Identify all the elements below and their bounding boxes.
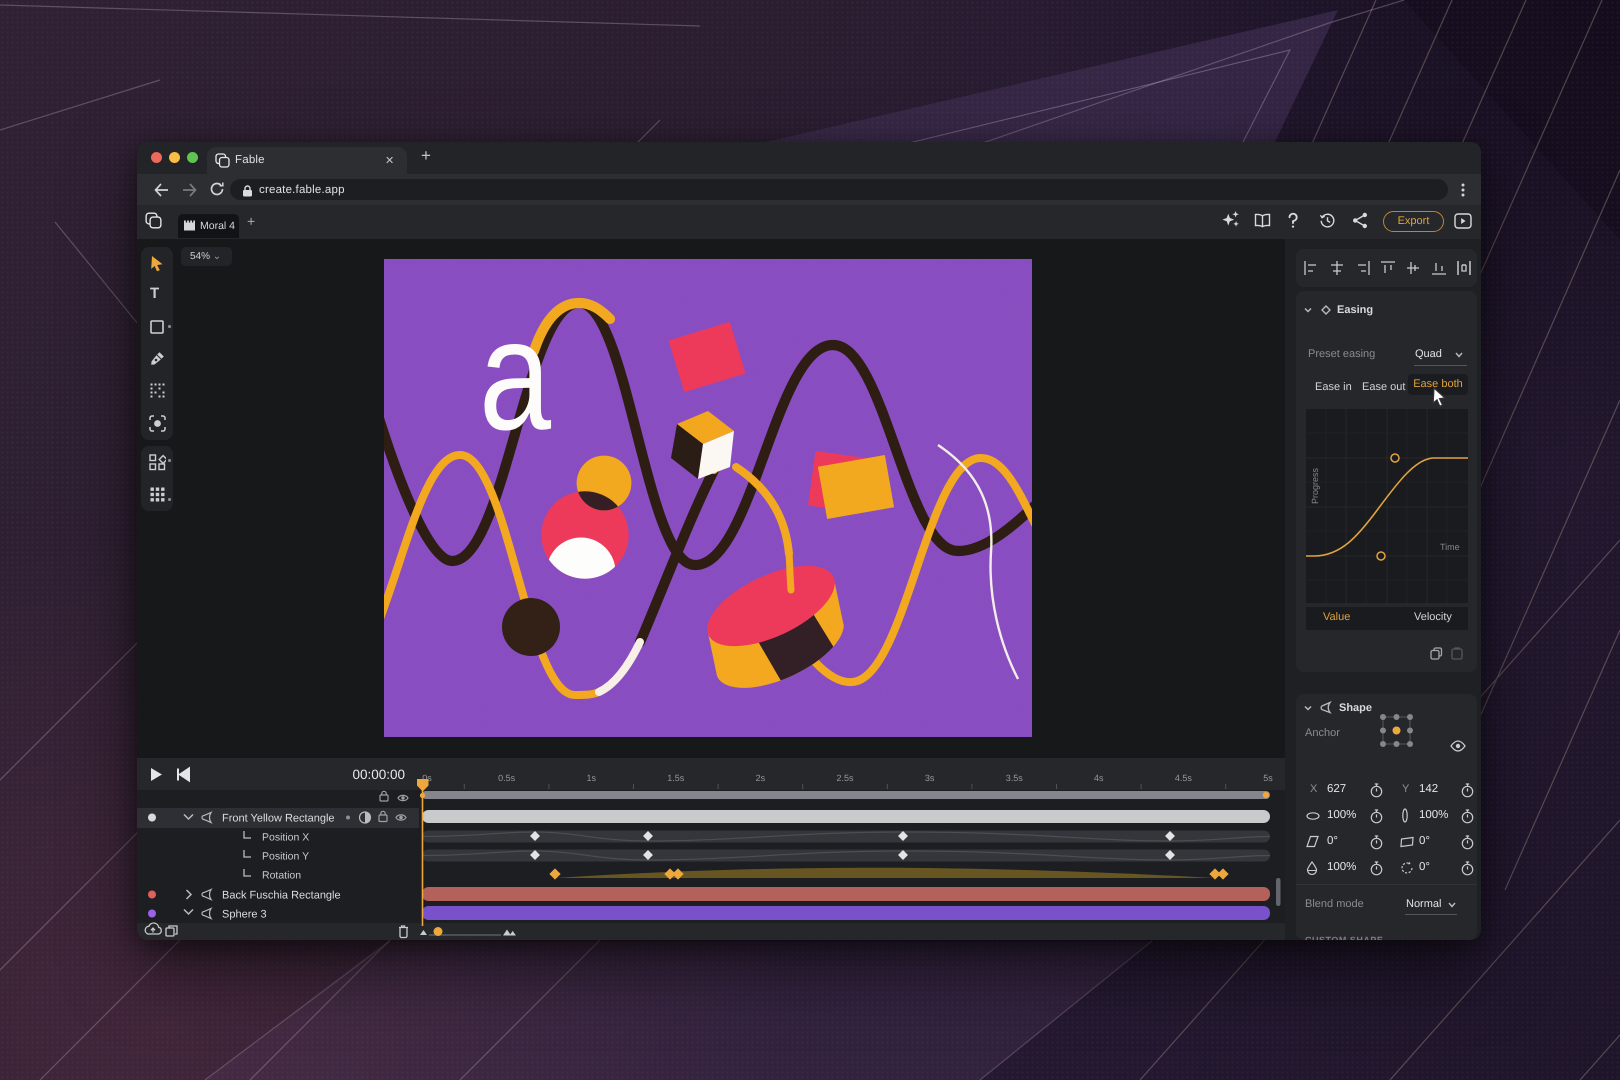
- svg-text:Progress: Progress: [1310, 467, 1320, 504]
- svg-text:00:00:00: 00:00:00: [352, 767, 405, 782]
- svg-text:a: a: [479, 287, 551, 463]
- svg-text:1.5s: 1.5s: [667, 773, 685, 783]
- svg-text:Back Fuschia Rectangle: Back Fuschia Rectangle: [222, 890, 341, 902]
- svg-text:Sphere 3: Sphere 3: [222, 909, 267, 921]
- svg-text:1s: 1s: [586, 773, 596, 783]
- svg-text:4s: 4s: [1094, 773, 1104, 783]
- svg-text:3.5s: 3.5s: [1006, 773, 1024, 783]
- svg-text:Front Yellow Rectangle: Front Yellow Rectangle: [222, 813, 335, 825]
- svg-text:Time: Time: [1440, 542, 1460, 552]
- svg-text:Rotation: Rotation: [262, 870, 301, 882]
- svg-text:5s: 5s: [1263, 773, 1273, 783]
- svg-text:0.5s: 0.5s: [498, 773, 516, 783]
- svg-text:4.5s: 4.5s: [1175, 773, 1193, 783]
- svg-text:2s: 2s: [756, 773, 766, 783]
- svg-text:3s: 3s: [925, 773, 935, 783]
- svg-text:Position Y: Position Y: [262, 851, 309, 863]
- svg-text:Position X: Position X: [262, 832, 309, 844]
- svg-text:2.5s: 2.5s: [836, 773, 854, 783]
